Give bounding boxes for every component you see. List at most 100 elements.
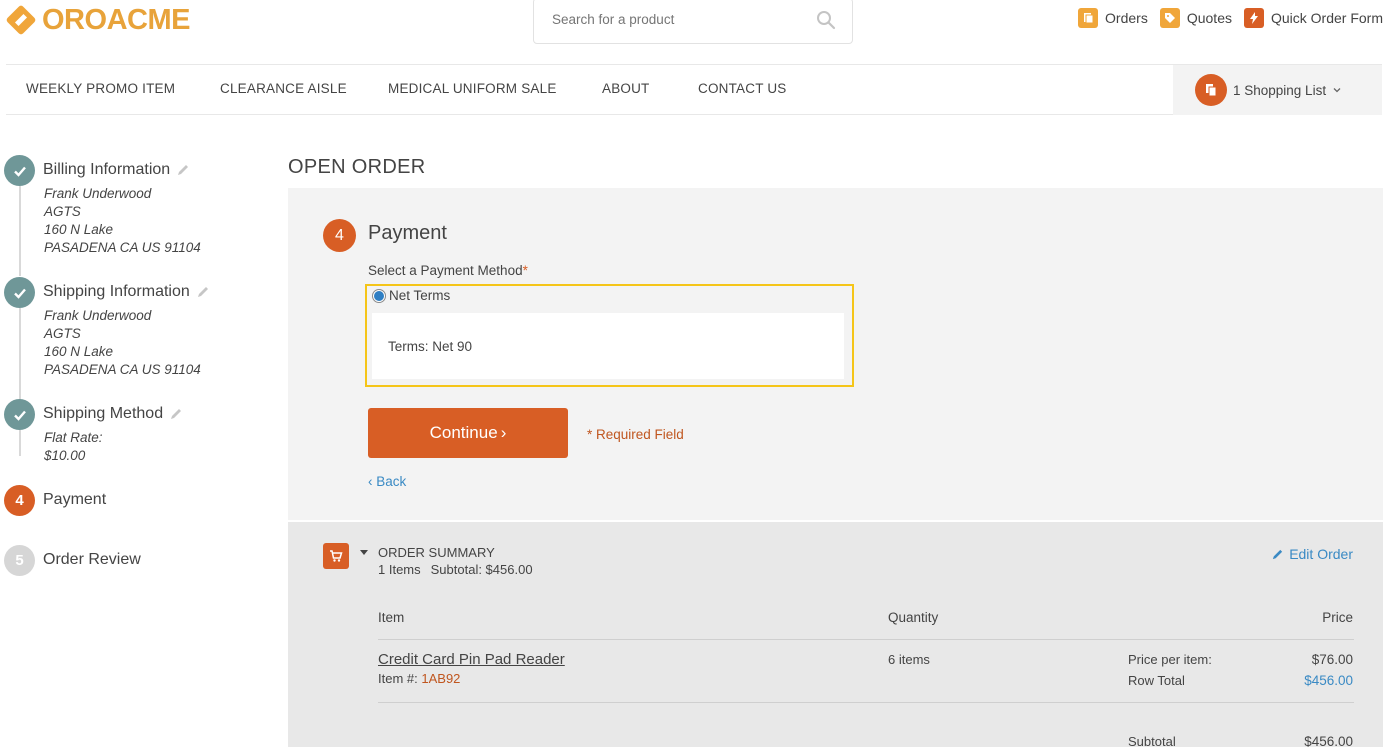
pencil-icon — [1273, 549, 1283, 559]
quick-order-icon — [1243, 8, 1264, 28]
nav-clearance-aisle[interactable]: CLEARANCE AISLE — [220, 81, 347, 96]
step-details: Frank Underwood AGTS 160 N Lake PASADENA… — [44, 307, 201, 379]
nav-contact-us[interactable]: CONTACT US — [698, 81, 787, 96]
search-icon[interactable] — [816, 10, 836, 30]
top-links: Orders Quotes Quick Order Form — [1078, 8, 1383, 28]
continue-label: Continue — [429, 423, 498, 442]
detail-line: PASADENA CA US 91104 — [44, 240, 201, 255]
check-icon — [4, 277, 35, 308]
step-details: Frank Underwood AGTS 160 N Lake PASADENA… — [44, 185, 201, 257]
product-link[interactable]: Credit Card Pin Pad Reader — [378, 651, 565, 668]
net-terms-label[interactable]: Net Terms — [389, 288, 450, 303]
step-details: Flat Rate: $10.00 — [44, 429, 103, 465]
step-label: Order Review — [43, 551, 141, 568]
main-nav: WEEKLY PROMO ITEM CLEARANCE AISLE MEDICA… — [6, 64, 1382, 115]
subtotal-label: Subtotal — [1128, 734, 1176, 747]
step-connector — [19, 430, 21, 456]
net-terms-radio[interactable] — [372, 289, 386, 303]
price-per-item: $76.00 — [1311, 652, 1353, 667]
detail-line: 160 N Lake — [44, 222, 114, 237]
detail-line: $10.00 — [44, 448, 86, 463]
quick-order-label: Quick Order Form — [1270, 10, 1383, 26]
terms-box: Terms: Net 90 — [372, 313, 844, 379]
detail-line: AGTS — [44, 326, 81, 341]
step-title[interactable]: Billing Information — [43, 161, 190, 179]
page-title: OPEN ORDER — [288, 156, 426, 178]
pencil-icon[interactable] — [196, 285, 210, 299]
step-title[interactable]: Shipping Information — [43, 283, 210, 301]
detail-line: Frank Underwood — [44, 308, 152, 323]
check-icon — [4, 399, 35, 430]
step-connector — [19, 186, 21, 276]
nav-about[interactable]: ABOUT — [602, 81, 650, 96]
edit-order-label: Edit Order — [1289, 546, 1353, 562]
nav-medical-uniform-sale[interactable]: MEDICAL UNIFORM SALE — [388, 81, 557, 96]
step-number: 5 — [4, 545, 35, 576]
subtotal-meta: Subtotal: $456.00 — [430, 562, 533, 577]
pencil-icon[interactable] — [176, 163, 190, 177]
step-label: Shipping Method — [43, 405, 164, 422]
detail-line: AGTS — [44, 204, 81, 219]
quotes-label: Quotes — [1186, 10, 1232, 26]
item-number: Item #: 1AB92 — [378, 671, 460, 686]
orders-label: Orders — [1105, 10, 1148, 26]
detail-line: 160 N Lake — [44, 344, 114, 359]
logo-text: OROACME — [42, 4, 190, 36]
quotes-link[interactable]: Quotes — [1159, 8, 1232, 28]
search-box — [533, 0, 853, 44]
step-number: 4 — [323, 219, 356, 252]
shopping-list-label: 1 Shopping List — [1233, 82, 1327, 98]
orders-icon — [1078, 8, 1099, 28]
divider — [378, 639, 1354, 640]
detail-line: Flat Rate: — [44, 430, 103, 445]
column-header-item: Item — [378, 610, 405, 625]
chevron-left-icon: ‹ — [368, 474, 373, 489]
pencil-icon[interactable] — [169, 407, 183, 421]
caret-down-icon[interactable] — [360, 550, 368, 555]
shopping-list-dropdown[interactable]: 1 Shopping List — [1173, 65, 1382, 115]
edit-order-link[interactable]: Edit Order — [1271, 546, 1353, 562]
price-per-item-label: Price per item: — [1128, 652, 1212, 667]
step-connector — [19, 308, 21, 400]
label-text: Select a Payment Method — [368, 263, 523, 278]
detail-line: Frank Underwood — [44, 186, 152, 201]
payment-method-option: Net Terms Terms: Net 90 — [365, 284, 854, 387]
step-label: Shipping Information — [43, 283, 190, 300]
column-header-price: Price — [1322, 610, 1353, 625]
divider — [378, 702, 1354, 703]
chevron-right-icon: › — [500, 423, 507, 442]
search-input[interactable] — [552, 12, 802, 27]
terms-text: Terms: Net 90 — [388, 339, 473, 354]
payment-title: Payment — [368, 222, 447, 244]
item-number-label: Item #: — [378, 671, 418, 686]
order-summary-title[interactable]: ORDER SUMMARY — [378, 545, 495, 560]
order-summary-meta: 1 Items Subtotal: $456.00 — [378, 562, 543, 577]
back-label: Back — [376, 474, 407, 489]
quick-order-link[interactable]: Quick Order Form — [1243, 8, 1383, 28]
brand-logo[interactable]: OROACME — [4, 2, 190, 38]
quantity: 6 items — [888, 652, 930, 667]
continue-button[interactable]: Continue › — [368, 408, 568, 458]
orders-link[interactable]: Orders — [1078, 8, 1148, 28]
order-summary-panel: ORDER SUMMARY 1 Items Subtotal: $456.00 E… — [288, 522, 1383, 747]
check-icon — [4, 155, 35, 186]
required-star: * — [522, 263, 528, 278]
row-total-label: Row Total — [1128, 673, 1185, 688]
step-title[interactable]: Shipping Method — [43, 405, 183, 423]
subtotal-value: $456.00 — [1304, 734, 1353, 747]
sku: 1AB92 — [421, 671, 461, 686]
back-link[interactable]: ‹ Back — [368, 474, 406, 489]
logo-icon — [4, 3, 38, 37]
detail-line: PASADENA CA US 91104 — [44, 362, 201, 377]
chevron-down-icon — [1333, 88, 1341, 93]
quotes-icon — [1159, 8, 1180, 28]
shopping-list-icon — [1195, 74, 1227, 106]
step-label: Payment — [43, 491, 107, 508]
nav-weekly-promo[interactable]: WEEKLY PROMO ITEM — [26, 81, 175, 96]
items-count: 1 Items — [378, 562, 421, 577]
payment-panel: 4 Payment Select a Payment Method* Net T… — [288, 188, 1383, 520]
step-number: 4 — [4, 485, 35, 516]
row-total: $456.00 — [1304, 673, 1353, 688]
column-header-quantity: Quantity — [888, 610, 939, 625]
payment-method-label: Select a Payment Method* — [368, 263, 528, 278]
